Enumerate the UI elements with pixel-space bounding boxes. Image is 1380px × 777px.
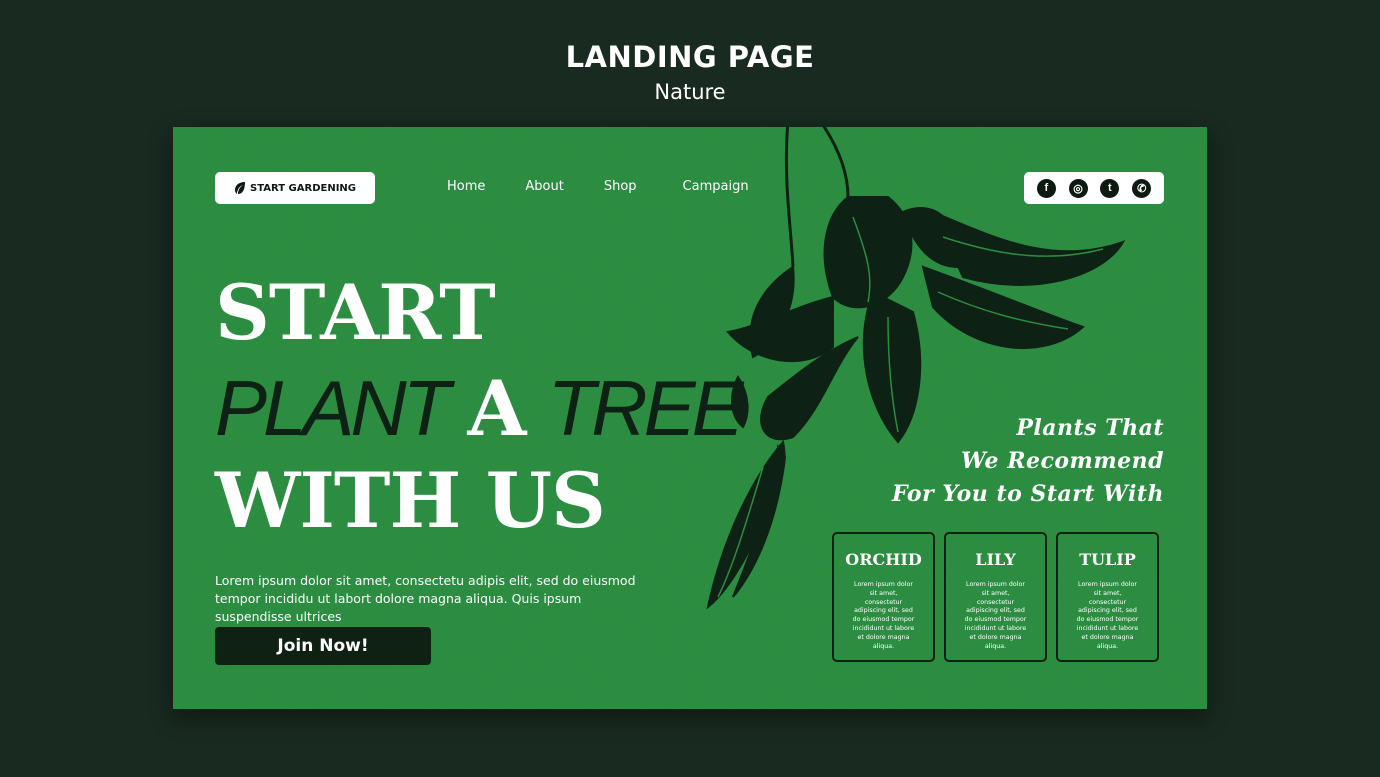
plant-card-tulip[interactable]: TULIP Lorem ipsum dolor sit amet, consec…: [1056, 532, 1159, 662]
page-title: LANDING PAGE: [565, 40, 815, 74]
plant-name: LILY: [975, 550, 1016, 569]
start-gardening-logo[interactable]: START GARDENING: [215, 172, 375, 204]
headline-plant: PLANT: [215, 364, 450, 452]
headline-line-3: WITH US: [215, 456, 606, 545]
hero-headline: START PLANT A TREE WITH US: [215, 268, 744, 557]
recommend-line-2: We Recommend: [961, 448, 1164, 474]
plant-card-lily[interactable]: LILY Lorem ipsum dolor sit amet, consect…: [944, 532, 1047, 662]
join-now-button[interactable]: Join Now!: [215, 627, 431, 665]
plant-card-orchid[interactable]: ORCHID Lorem ipsum dolor sit amet, conse…: [832, 532, 935, 662]
main-nav: Home About Shop Campaign: [447, 179, 749, 194]
facebook-icon[interactable]: f: [1036, 178, 1056, 198]
plant-name: TULIP: [1079, 550, 1136, 569]
plant-description: Lorem ipsum dolor sit amet, consectetur …: [964, 581, 1027, 650]
headline-a: A: [467, 364, 527, 453]
headline-line-1: START: [215, 268, 496, 357]
nav-campaign[interactable]: Campaign: [683, 179, 749, 194]
nav-about[interactable]: About: [525, 179, 563, 194]
instagram-icon[interactable]: ◎: [1068, 178, 1088, 198]
page-subtitle: Nature: [654, 80, 726, 104]
twitter-icon[interactable]: t: [1100, 178, 1120, 198]
plant-cards: ORCHID Lorem ipsum dolor sit amet, conse…: [832, 532, 1159, 662]
plant-description: Lorem ipsum dolor sit amet, consectetur …: [1076, 581, 1139, 650]
plant-description: Lorem ipsum dolor sit amet, consectetur …: [852, 581, 915, 650]
logo-label: START GARDENING: [250, 182, 356, 194]
social-links: f ◎ t ✆: [1024, 172, 1164, 204]
plant-name: ORCHID: [845, 550, 922, 569]
recommend-heading: Plants That We Recommend For You to Star…: [892, 412, 1164, 511]
nav-home[interactable]: Home: [447, 179, 485, 194]
page-header: LANDING PAGE Nature: [0, 40, 1380, 104]
headline-tree: TREE: [547, 364, 744, 452]
nav-shop[interactable]: Shop: [604, 179, 637, 194]
recommend-line-1: Plants That: [1016, 415, 1164, 441]
headline-line-2: PLANT A TREE: [215, 369, 744, 463]
landing-card: START GARDENING Home About Shop Campaign…: [173, 127, 1207, 709]
leaf-icon: [235, 182, 245, 194]
hero-description: Lorem ipsum dolor sit amet, consectetu a…: [215, 572, 636, 624]
whatsapp-icon[interactable]: ✆: [1132, 178, 1152, 198]
recommend-line-3: For You to Start With: [891, 481, 1164, 507]
